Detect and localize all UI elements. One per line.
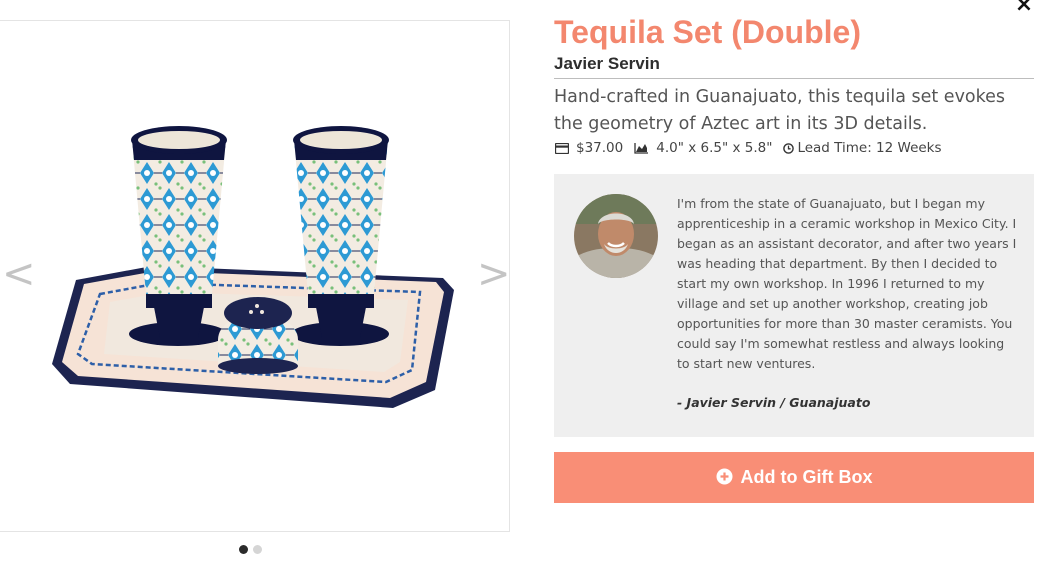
credit-card-icon bbox=[555, 142, 569, 154]
dimensions: 4.0" x 6.5" x 5.8" bbox=[634, 140, 772, 156]
close-icon[interactable]: × bbox=[1013, 0, 1035, 16]
lead-time-value: Lead Time: 12 Weeks bbox=[797, 140, 942, 156]
area-chart-icon bbox=[634, 142, 649, 154]
clock-icon bbox=[783, 142, 795, 154]
bio-text: I'm from the state of Guanajuato, but I … bbox=[677, 196, 1017, 371]
add-to-gift-box-label: Add to Gift Box bbox=[740, 467, 873, 487]
gallery-prev-arrow[interactable]: < bbox=[2, 254, 36, 294]
price-value: $37.00 bbox=[576, 140, 624, 156]
carousel-dot[interactable] bbox=[239, 545, 248, 554]
plus-circle-icon bbox=[716, 468, 733, 485]
artist-name: Javier Servin bbox=[554, 54, 660, 73]
salt-shaker bbox=[218, 297, 298, 374]
divider bbox=[554, 78, 1034, 79]
gallery-next-arrow[interactable]: > bbox=[477, 254, 511, 294]
product-description: Hand-crafted in Guanajuato, this tequila… bbox=[554, 87, 1006, 134]
bio-signature: - Javier Servin / Guanajuato bbox=[677, 395, 871, 410]
dimensions-value: 4.0" x 6.5" x 5.8" bbox=[656, 140, 773, 156]
product-title: Tequila Set (Double) bbox=[554, 14, 861, 50]
product-image bbox=[52, 126, 454, 408]
add-to-gift-box-button[interactable]: Add to Gift Box bbox=[554, 452, 1034, 503]
artist-bio: I'm from the state of Guanajuato, but I … bbox=[554, 174, 1034, 437]
lead-time: Lead Time: 12 Weeks bbox=[783, 140, 942, 156]
avatar bbox=[574, 194, 658, 278]
carousel-dot[interactable] bbox=[253, 545, 262, 554]
carousel-dots bbox=[239, 545, 262, 554]
product-meta: $37.00 4.0" x 6.5" x 5.8" Lead Time: 12 … bbox=[555, 140, 953, 156]
price: $37.00 bbox=[555, 140, 623, 156]
